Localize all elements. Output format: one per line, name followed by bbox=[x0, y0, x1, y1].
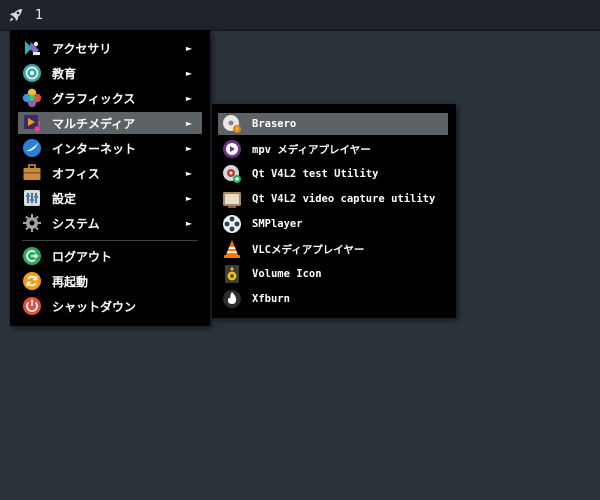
submenu-item-smplayer[interactable]: SMPlayer bbox=[218, 213, 448, 235]
submenu-arrow-icon: ► bbox=[185, 218, 192, 228]
menu-separator bbox=[22, 240, 198, 241]
menu-item-multimedia[interactable]: マルチメディア ► bbox=[18, 112, 202, 134]
submenu-item-label: Volume Icon bbox=[252, 268, 322, 280]
submenu-item-label: Qt V4L2 test Utility bbox=[252, 168, 379, 180]
internet-icon bbox=[22, 138, 42, 158]
menu-item-accessories[interactable]: アクセサリ ► bbox=[18, 37, 202, 59]
flame-icon bbox=[222, 289, 242, 309]
mpv-icon bbox=[222, 139, 242, 159]
submenu-item-xfburn[interactable]: Xfburn bbox=[218, 288, 448, 310]
submenu-arrow-icon: ► bbox=[185, 118, 192, 128]
application-menu: アクセサリ ► 教育 ► グラフィックス ► マルチメディア ► インターネット… bbox=[10, 30, 210, 326]
menu-item-label: グラフィックス bbox=[52, 91, 136, 106]
menu-item-label: インターネット bbox=[52, 141, 137, 156]
menu-item-label: シャットダウン bbox=[52, 299, 137, 314]
menu-item-shutdown[interactable]: シャットダウン bbox=[18, 295, 202, 317]
menu-item-label: 設定 bbox=[52, 191, 77, 206]
qvidcap-icon bbox=[222, 189, 242, 209]
submenu-item-label: VLCメディアプレイヤー bbox=[252, 243, 365, 256]
brasero-icon bbox=[222, 114, 242, 134]
restart-icon bbox=[22, 271, 42, 291]
menu-item-label: 教育 bbox=[52, 66, 77, 81]
submenu-item-vlc[interactable]: VLCメディアプレイヤー bbox=[218, 238, 448, 260]
submenu-item-qt-v4l2-capture[interactable]: Qt V4L2 video capture utility bbox=[218, 188, 448, 210]
vlc-cone-icon bbox=[222, 239, 242, 259]
menu-item-settings[interactable]: 設定 ► bbox=[18, 187, 202, 209]
menu-item-system[interactable]: システム ► bbox=[18, 212, 202, 234]
submenu-item-qt-v4l2-test[interactable]: Qt V4L2 test Utility bbox=[218, 163, 448, 185]
submenu-arrow-icon: ► bbox=[185, 68, 192, 78]
submenu-item-volume-icon[interactable]: Volume Icon bbox=[218, 263, 448, 285]
rocket-icon[interactable] bbox=[5, 4, 27, 26]
menu-item-education[interactable]: 教育 ► bbox=[18, 62, 202, 84]
submenu-item-brasero[interactable]: Brasero bbox=[218, 113, 448, 135]
multimedia-icon bbox=[22, 113, 42, 133]
menu-item-graphics[interactable]: グラフィックス ► bbox=[18, 87, 202, 109]
system-gear-icon bbox=[22, 213, 42, 233]
submenu-item-label: mpv メディアプレイヤー bbox=[252, 143, 371, 156]
submenu-arrow-icon: ► bbox=[185, 168, 192, 178]
settings-icon bbox=[22, 188, 42, 208]
submenu-item-label: Xfburn bbox=[252, 293, 290, 305]
submenu-item-label: Qt V4L2 video capture utility bbox=[252, 193, 436, 205]
multimedia-submenu: Brasero mpv メディアプレイヤー Qt V4L2 test Utili… bbox=[212, 104, 456, 318]
power-icon bbox=[22, 296, 42, 316]
accessories-icon bbox=[22, 38, 42, 58]
smplayer-icon bbox=[222, 214, 242, 234]
taskbar: 1 bbox=[0, 0, 600, 31]
menu-item-label: システム bbox=[52, 216, 100, 231]
submenu-item-mpv[interactable]: mpv メディアプレイヤー bbox=[218, 138, 448, 160]
submenu-arrow-icon: ► bbox=[185, 43, 192, 53]
menu-item-internet[interactable]: インターネット ► bbox=[18, 137, 202, 159]
submenu-item-label: Brasero bbox=[252, 118, 297, 130]
graphics-icon bbox=[22, 88, 42, 108]
submenu-arrow-icon: ► bbox=[185, 193, 192, 203]
submenu-arrow-icon: ► bbox=[185, 143, 192, 153]
menu-item-label: ログアウト bbox=[52, 249, 113, 264]
menu-item-label: アクセサリ bbox=[52, 41, 112, 56]
menu-item-logout[interactable]: ログアウト bbox=[18, 245, 202, 267]
office-icon bbox=[22, 163, 42, 183]
menu-item-label: 再起動 bbox=[52, 274, 89, 289]
menu-item-label: オフィス bbox=[52, 166, 100, 181]
menu-item-label: マルチメディア bbox=[52, 116, 136, 131]
qv4l2-icon bbox=[222, 164, 242, 184]
menu-item-restart[interactable]: 再起動 bbox=[18, 270, 202, 292]
menu-item-office[interactable]: オフィス ► bbox=[18, 162, 202, 184]
education-icon bbox=[22, 63, 42, 83]
submenu-arrow-icon: ► bbox=[185, 93, 192, 103]
logout-icon bbox=[22, 246, 42, 266]
submenu-item-label: SMPlayer bbox=[252, 218, 303, 230]
workspace-number[interactable]: 1 bbox=[35, 8, 43, 23]
speaker-icon bbox=[222, 264, 242, 284]
